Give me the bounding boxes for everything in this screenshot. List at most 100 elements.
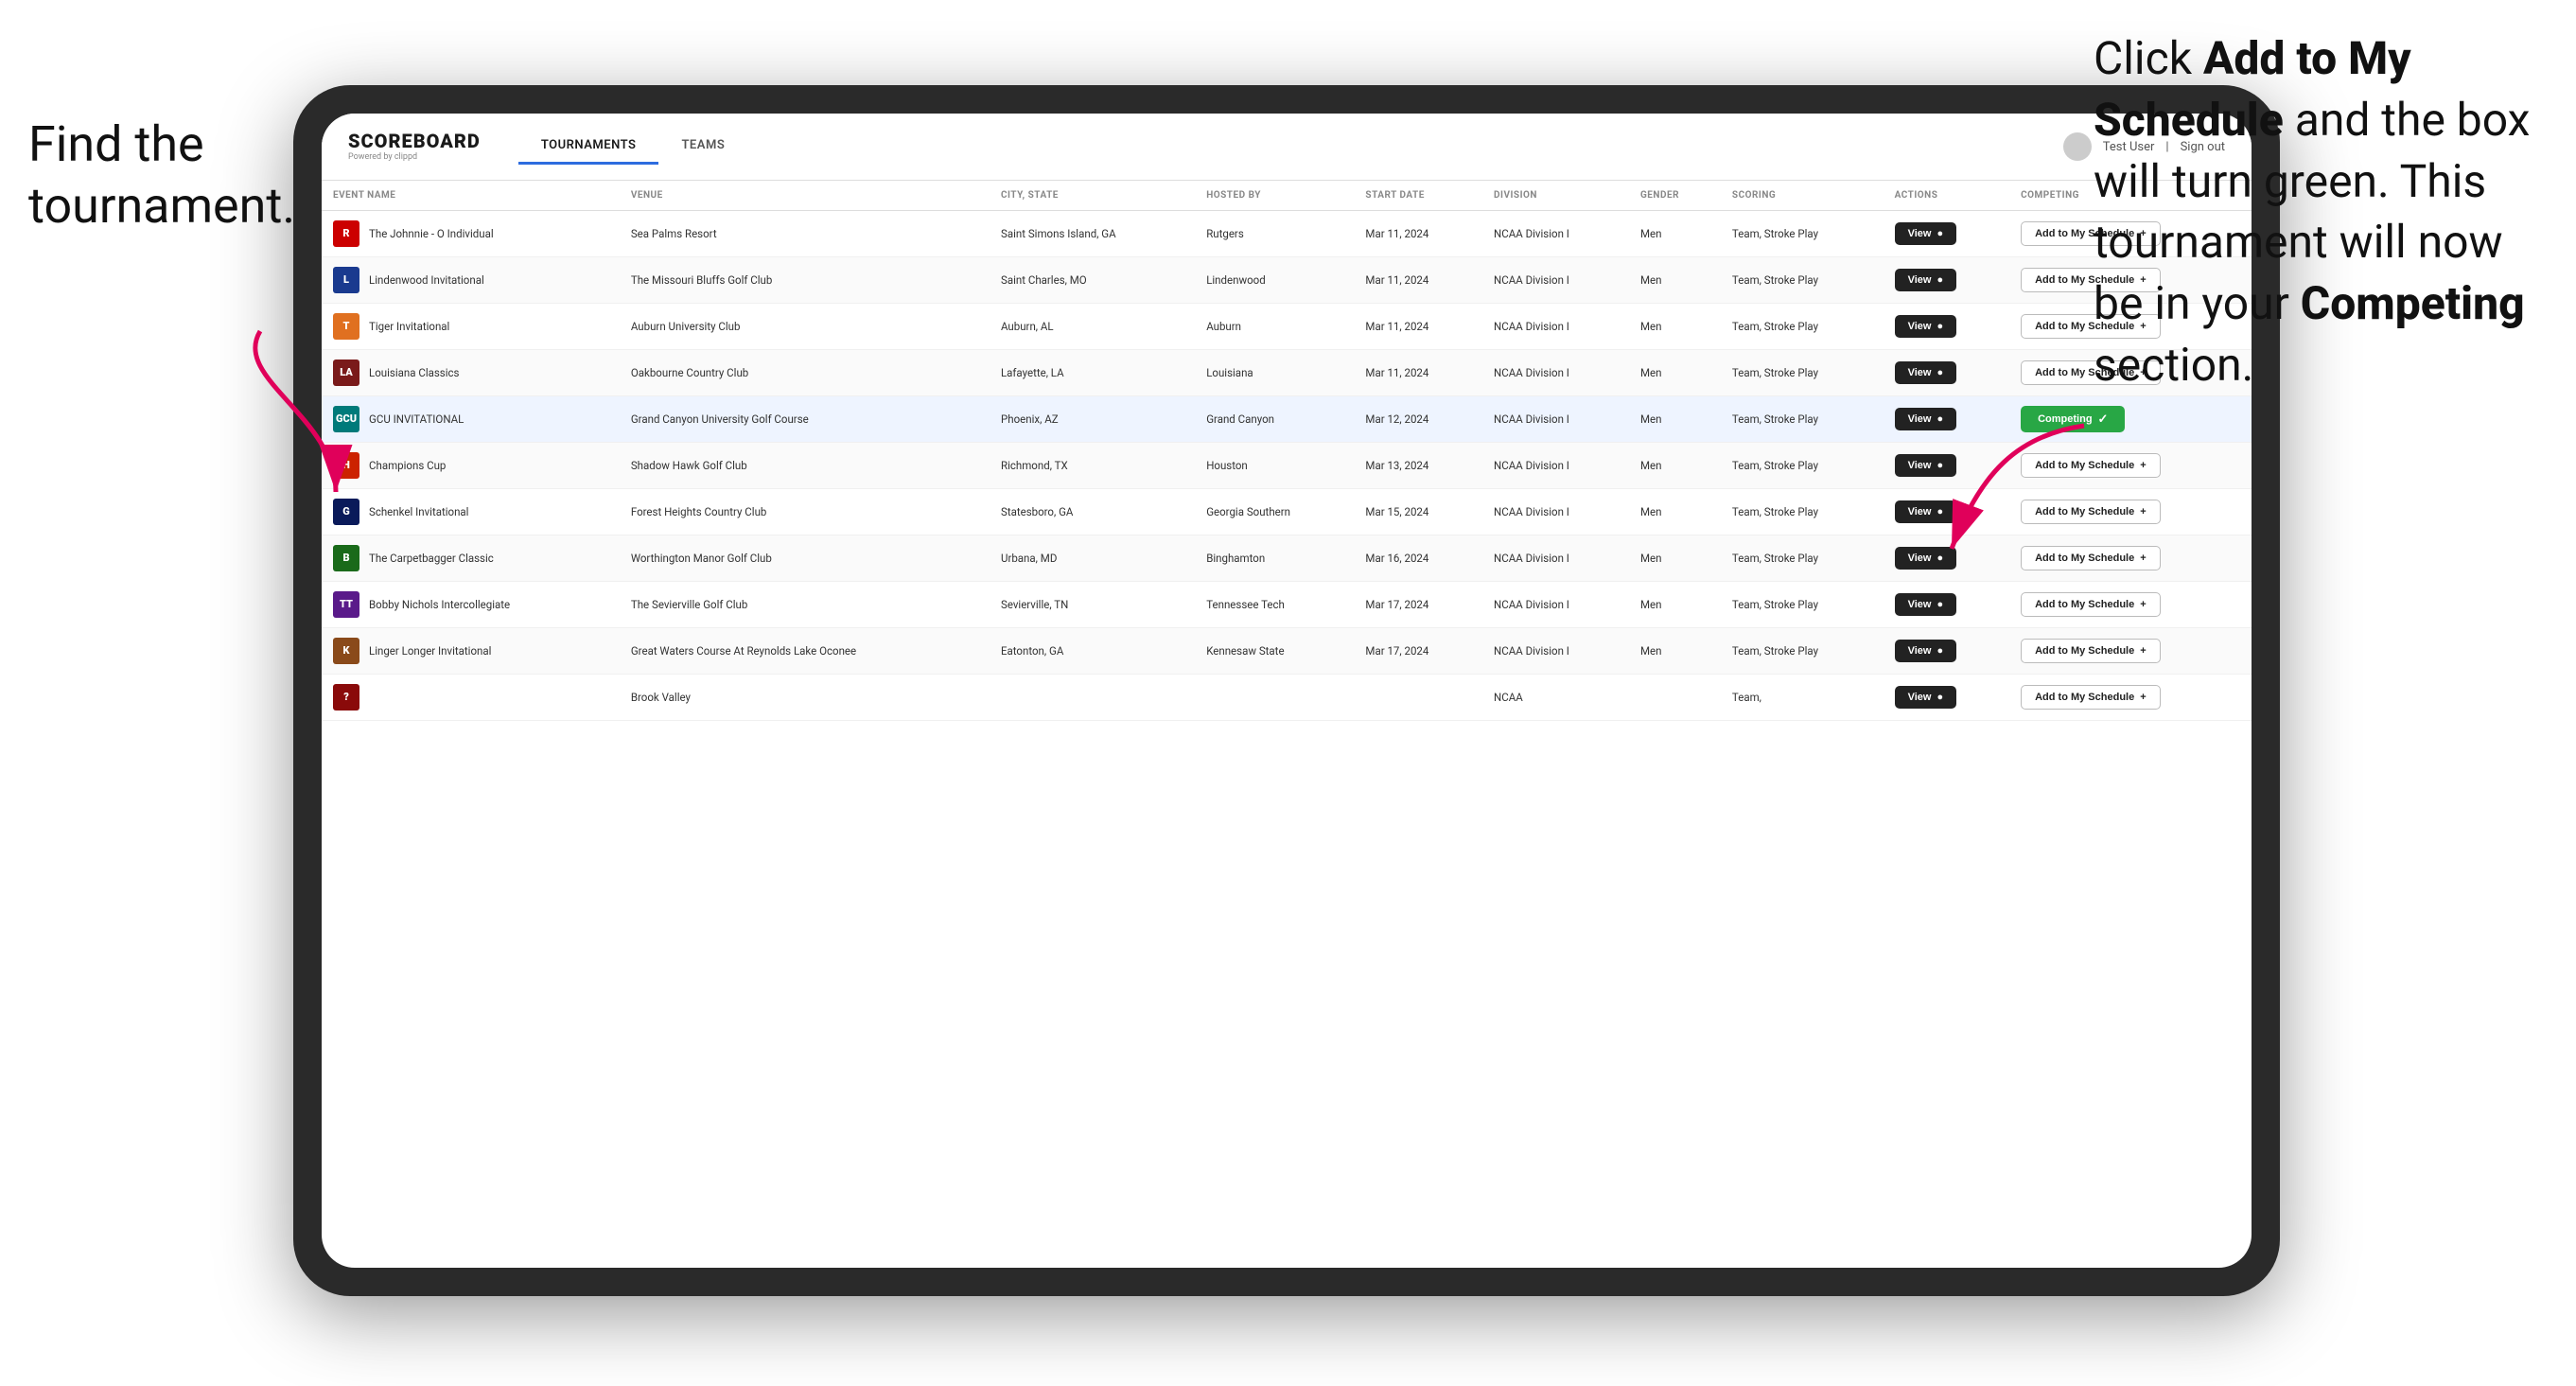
logo-sub: Powered by clippd	[348, 152, 481, 162]
start-date-cell: Mar 12, 2024	[1354, 396, 1482, 443]
hosted-by-cell: Auburn	[1195, 304, 1354, 350]
event-name-cell: TT Bobby Nichols Intercollegiate	[322, 582, 620, 628]
gender-cell: Men	[1629, 304, 1721, 350]
actions-cell: View ●	[1884, 350, 2010, 396]
division-cell: NCAA Division I	[1482, 582, 1629, 628]
division-cell: NCAA Division I	[1482, 257, 1629, 304]
view-button[interactable]: View ●	[1895, 686, 1957, 709]
col-city-state: CITY, STATE	[990, 181, 1195, 211]
scoring-cell: Team, Stroke Play	[1721, 257, 1884, 304]
logo-text: SCOREBOARD	[348, 132, 481, 150]
event-name: The Johnnie - O Individual	[369, 226, 494, 241]
view-button[interactable]: View ●	[1895, 315, 1957, 338]
event-name: Lindenwood Invitational	[369, 272, 484, 288]
city-state-cell: Sevierville, TN	[990, 582, 1195, 628]
col-scoring: SCORING	[1721, 181, 1884, 211]
venue-cell: Grand Canyon University Golf Course	[620, 396, 990, 443]
col-division: DIVISION	[1482, 181, 1629, 211]
plus-icon: +	[2140, 460, 2146, 471]
city-state-cell: Saint Simons Island, GA	[990, 211, 1195, 257]
team-logo: R	[333, 220, 359, 247]
competing-cell: Add to My Schedule +	[2009, 628, 2252, 675]
plus-icon: +	[2140, 692, 2146, 703]
scoring-cell: Team, Stroke Play	[1721, 535, 1884, 582]
competing-cell: Add to My Schedule +	[2009, 675, 2252, 721]
nav-tabs: TOURNAMENTS TEAMS	[518, 129, 747, 165]
table-row: T Tiger Invitational Auburn University C…	[322, 304, 2252, 350]
start-date-cell: Mar 11, 2024	[1354, 257, 1482, 304]
app-header: SCOREBOARD Powered by clippd TOURNAMENTS…	[322, 114, 2252, 181]
view-button[interactable]: View ●	[1895, 361, 1957, 384]
team-logo: B	[333, 545, 359, 571]
gender-cell: Men	[1629, 582, 1721, 628]
eye-icon: ●	[1936, 367, 1943, 378]
start-date-cell	[1354, 675, 1482, 721]
city-state-cell: Urbana, MD	[990, 535, 1195, 582]
gender-cell: Men	[1629, 489, 1721, 535]
venue-cell: Auburn University Club	[620, 304, 990, 350]
tab-teams[interactable]: TEAMS	[658, 129, 747, 165]
hosted-by-cell: Lindenwood	[1195, 257, 1354, 304]
event-name-cell: ?	[322, 675, 620, 721]
division-cell: NCAA Division I	[1482, 304, 1629, 350]
event-name: Champions Cup	[369, 458, 446, 473]
team-logo: ?	[333, 684, 359, 711]
event-name: GCU INVITATIONAL	[369, 412, 464, 427]
venue-cell: Worthington Manor Golf Club	[620, 535, 990, 582]
plus-icon: +	[2140, 599, 2146, 610]
event-name: The Carpetbagger Classic	[369, 551, 494, 566]
start-date-cell: Mar 11, 2024	[1354, 350, 1482, 396]
gender-cell	[1629, 675, 1721, 721]
col-actions: ACTIONS	[1884, 181, 2010, 211]
scoring-cell: Team, Stroke Play	[1721, 211, 1884, 257]
annotation-right: Click Add to My Schedule and the box wil…	[2094, 28, 2548, 396]
view-button[interactable]: View ●	[1895, 222, 1957, 245]
arrow-right-icon	[1923, 416, 2112, 568]
event-name-cell: B The Carpetbagger Classic	[322, 535, 620, 582]
event-name: Tiger Invitational	[369, 319, 449, 334]
team-logo: TT	[333, 591, 359, 618]
gender-cell: Men	[1629, 257, 1721, 304]
event-name-cell: R The Johnnie - O Individual	[322, 211, 620, 257]
hosted-by-cell: Tennessee Tech	[1195, 582, 1354, 628]
venue-cell: The Missouri Bluffs Golf Club	[620, 257, 990, 304]
arrow-left-icon	[184, 322, 374, 511]
city-state-cell: Auburn, AL	[990, 304, 1195, 350]
col-start-date: START DATE	[1354, 181, 1482, 211]
hosted-by-cell: Kennesaw State	[1195, 628, 1354, 675]
table-row: K Linger Longer Invitational Great Water…	[322, 628, 2252, 675]
start-date-cell: Mar 17, 2024	[1354, 582, 1482, 628]
view-button[interactable]: View ●	[1895, 640, 1957, 662]
add-to-schedule-button[interactable]: Add to My Schedule +	[2021, 592, 2161, 617]
venue-cell: Sea Palms Resort	[620, 211, 990, 257]
team-logo: L	[333, 267, 359, 293]
scoring-cell: Team, Stroke Play	[1721, 350, 1884, 396]
division-cell: NCAA Division I	[1482, 489, 1629, 535]
view-button[interactable]: View ●	[1895, 593, 1957, 616]
division-cell: NCAA Division I	[1482, 443, 1629, 489]
start-date-cell: Mar 17, 2024	[1354, 628, 1482, 675]
annotation-left: Find thetournament.	[28, 114, 293, 237]
scoring-cell: Team, Stroke Play	[1721, 443, 1884, 489]
division-cell: NCAA	[1482, 675, 1629, 721]
table-container: EVENT NAME VENUE CITY, STATE HOSTED BY S…	[322, 181, 2252, 1268]
hosted-by-cell: Louisiana	[1195, 350, 1354, 396]
division-cell: NCAA Division I	[1482, 350, 1629, 396]
city-state-cell: Eatonton, GA	[990, 628, 1195, 675]
view-button[interactable]: View ●	[1895, 269, 1957, 291]
col-venue: VENUE	[620, 181, 990, 211]
add-to-schedule-button[interactable]: Add to My Schedule +	[2021, 639, 2161, 663]
event-name: Louisiana Classics	[369, 365, 460, 380]
eye-icon: ●	[1936, 599, 1943, 610]
add-to-schedule-button[interactable]: Add to My Schedule +	[2021, 685, 2161, 710]
tab-tournaments[interactable]: TOURNAMENTS	[518, 129, 659, 165]
annotation-left-text: Find thetournament.	[28, 115, 295, 235]
division-cell: NCAA Division I	[1482, 396, 1629, 443]
event-name: Bobby Nichols Intercollegiate	[369, 597, 510, 612]
hosted-by-cell: Rutgers	[1195, 211, 1354, 257]
event-name: Schenkel Invitational	[369, 504, 468, 519]
start-date-cell: Mar 16, 2024	[1354, 535, 1482, 582]
start-date-cell: Mar 11, 2024	[1354, 304, 1482, 350]
scoring-cell: Team,	[1721, 675, 1884, 721]
logo-area: SCOREBOARD Powered by clippd	[348, 132, 481, 162]
